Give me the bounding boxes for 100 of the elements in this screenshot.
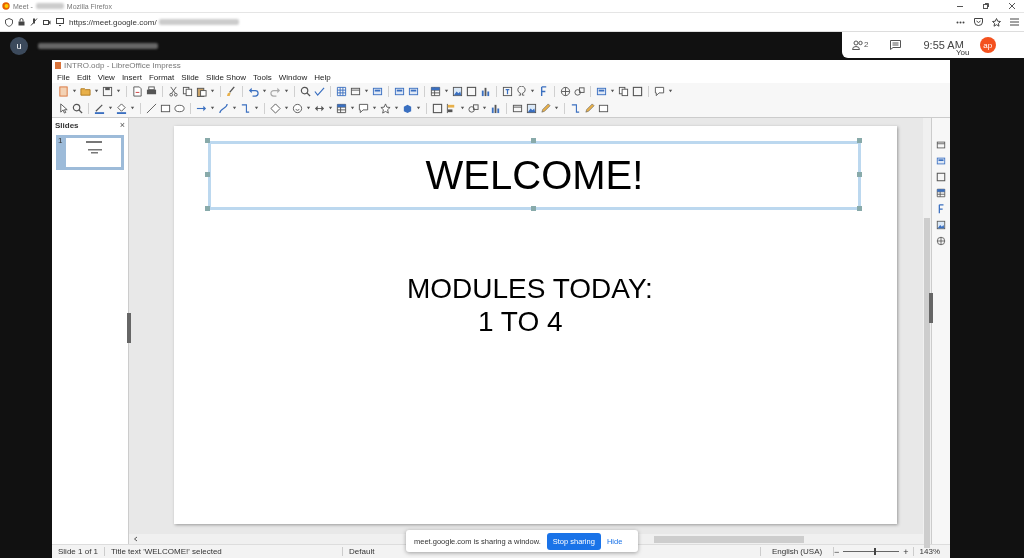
undo-icon[interactable] xyxy=(248,86,259,97)
cube-icon[interactable] xyxy=(402,103,413,114)
image-icon[interactable] xyxy=(936,220,946,230)
slide-icon[interactable] xyxy=(394,86,405,97)
window-icon[interactable] xyxy=(350,86,361,97)
page-icon[interactable] xyxy=(132,86,143,97)
callout-icon[interactable] xyxy=(358,103,369,114)
omega-icon[interactable] xyxy=(516,86,527,97)
folder-icon[interactable] xyxy=(80,86,91,97)
menu-item[interactable]: Edit xyxy=(76,72,91,82)
scroll-left-icon[interactable] xyxy=(133,536,139,542)
zoom-slider-thumb[interactable] xyxy=(874,548,877,555)
menu-item[interactable]: Slide Show xyxy=(206,72,247,82)
resize-handle[interactable] xyxy=(857,206,862,211)
frame-icon[interactable] xyxy=(936,172,946,182)
zoom-out-button[interactable]: − xyxy=(834,546,840,557)
camera-icon[interactable] xyxy=(43,18,51,26)
letter-f-icon[interactable] xyxy=(936,204,946,214)
image-icon[interactable] xyxy=(452,86,463,97)
printer-icon[interactable] xyxy=(146,86,157,97)
globe-icon[interactable] xyxy=(560,86,571,97)
connector-icon[interactable] xyxy=(570,103,581,114)
pencil-icon[interactable] xyxy=(540,103,551,114)
people-icon[interactable] xyxy=(852,40,864,50)
globe-icon[interactable] xyxy=(936,236,946,246)
copy-icon[interactable] xyxy=(618,86,629,97)
check-icon[interactable] xyxy=(314,86,325,97)
image-icon[interactable] xyxy=(526,103,537,114)
window-icon[interactable] xyxy=(936,140,946,150)
bar-chart-icon[interactable] xyxy=(490,103,501,114)
scissors-icon[interactable] xyxy=(168,86,179,97)
zoom-in-button[interactable]: + xyxy=(903,546,909,557)
table-icon[interactable] xyxy=(936,188,946,198)
more-icon[interactable] xyxy=(956,20,965,24)
menu-item[interactable]: Help xyxy=(314,72,331,82)
align-icon[interactable] xyxy=(446,103,457,114)
grid-icon[interactable] xyxy=(336,86,347,97)
fill-icon[interactable] xyxy=(116,103,127,114)
clipboard-icon[interactable] xyxy=(196,86,207,97)
title-text-box[interactable]: WELCOME! xyxy=(208,141,861,210)
panel-handle[interactable] xyxy=(929,293,933,323)
resize-handle[interactable] xyxy=(205,172,210,177)
menu-item[interactable]: View xyxy=(97,72,115,82)
address-bar-url[interactable]: https://meet.google.com/ xyxy=(69,17,157,27)
bar-chart-icon[interactable] xyxy=(480,86,491,97)
smiley-icon[interactable] xyxy=(292,103,303,114)
resize-handle[interactable] xyxy=(205,138,210,143)
screen-share-icon[interactable] xyxy=(56,18,64,26)
close-icon[interactable] xyxy=(1008,2,1016,10)
pocket-icon[interactable] xyxy=(974,18,983,26)
horizontal-scrollbar[interactable] xyxy=(654,535,804,543)
chat-icon[interactable] xyxy=(890,40,902,50)
double-arrow-icon[interactable] xyxy=(314,103,325,114)
letter-f-icon[interactable] xyxy=(538,86,549,97)
ellipse-icon[interactable] xyxy=(174,103,185,114)
frame-icon[interactable] xyxy=(466,86,477,97)
menu-item[interactable]: File xyxy=(57,72,70,82)
menu-icon[interactable] xyxy=(1010,18,1019,26)
window-icon[interactable] xyxy=(512,103,523,114)
microphone-off-icon[interactable] xyxy=(30,18,38,26)
menu-item[interactable]: Tools xyxy=(253,72,272,82)
arrow-icon[interactable] xyxy=(196,103,207,114)
table-icon[interactable] xyxy=(336,103,347,114)
resize-handle[interactable] xyxy=(531,206,536,211)
menu-item[interactable]: Window xyxy=(278,72,308,82)
star-icon[interactable] xyxy=(992,17,1001,27)
close-button[interactable]: × xyxy=(119,120,125,130)
menu-item[interactable]: Format xyxy=(148,72,175,82)
panel-handle[interactable] xyxy=(127,313,131,343)
restore-icon[interactable] xyxy=(982,2,990,10)
shield-icon[interactable] xyxy=(5,17,13,27)
frame-icon[interactable] xyxy=(632,86,643,97)
slide-icon[interactable] xyxy=(596,86,607,97)
rectangle-icon[interactable] xyxy=(160,103,171,114)
rectangle-icon[interactable] xyxy=(598,103,609,114)
line-color-icon[interactable] xyxy=(94,103,105,114)
slide-icon[interactable] xyxy=(372,86,383,97)
pencil-icon[interactable] xyxy=(584,103,595,114)
vertical-scrollbar[interactable] xyxy=(924,218,930,548)
callout-icon[interactable] xyxy=(654,86,665,97)
menu-item[interactable]: Insert xyxy=(121,72,142,82)
diamond-icon[interactable] xyxy=(270,103,281,114)
line-icon[interactable] xyxy=(146,103,157,114)
slide-icon[interactable] xyxy=(936,156,946,166)
resize-handle[interactable] xyxy=(205,206,210,211)
frame-icon[interactable] xyxy=(432,103,443,114)
floppy-icon[interactable] xyxy=(102,86,113,97)
shapes-icon[interactable] xyxy=(468,103,479,114)
search-icon[interactable] xyxy=(300,86,311,97)
copy-icon[interactable] xyxy=(182,86,193,97)
text-box-icon[interactable] xyxy=(502,86,513,97)
slide-icon[interactable] xyxy=(408,86,419,97)
resize-handle[interactable] xyxy=(531,138,536,143)
lock-icon[interactable] xyxy=(18,18,25,26)
slide-thumbnail[interactable]: 1 xyxy=(56,135,124,170)
table-icon[interactable] xyxy=(430,86,441,97)
resize-handle[interactable] xyxy=(857,172,862,177)
curve-icon[interactable] xyxy=(218,103,229,114)
brush-icon[interactable] xyxy=(226,86,237,97)
search-icon[interactable] xyxy=(72,103,83,114)
